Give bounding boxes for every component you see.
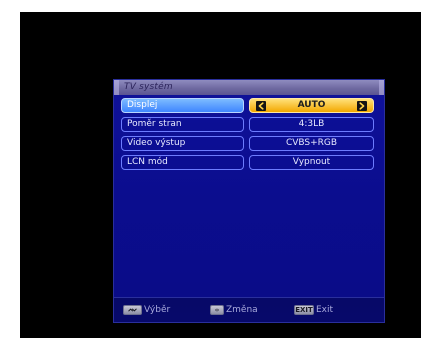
tv-system-dialog: TV systém Displej AUTO Poměr stran 4:3LB…	[113, 79, 385, 323]
title-left-accent	[114, 80, 119, 95]
setting-row-lcn-mod[interactable]: LCN mód Vypnout	[121, 155, 379, 170]
setting-label-video-vystup: Video výstup	[121, 136, 244, 151]
exit-hint: EXIT Exit	[294, 304, 333, 316]
setting-value-pomer-stran[interactable]: 4:3LB	[249, 117, 374, 132]
setting-row-displej[interactable]: Displej AUTO	[121, 98, 379, 113]
left-right-keys-icon	[210, 305, 224, 315]
exit-hint-label: Exit	[316, 305, 334, 315]
setting-label-lcn-mod: LCN mód	[121, 155, 244, 170]
title-right-accent	[379, 80, 384, 95]
setting-row-video-vystup[interactable]: Video výstup CVBS+RGB	[121, 136, 379, 151]
chevron-left-icon[interactable]	[256, 101, 266, 111]
setting-row-pomer-stran[interactable]: Poměr stran 4:3LB	[121, 117, 379, 132]
dialog-title: TV systém	[124, 82, 173, 92]
dialog-footer: Výběr Změna EXIT Exit	[114, 297, 384, 322]
setting-value-displej[interactable]: AUTO	[249, 98, 374, 113]
setting-label-pomer-stran: Poměr stran	[121, 117, 244, 132]
setting-value-text-displej: AUTO	[297, 100, 326, 110]
change-hint: Změna	[210, 304, 258, 316]
change-hint-label: Změna	[226, 305, 258, 315]
setting-value-video-vystup[interactable]: CVBS+RGB	[249, 136, 374, 151]
setting-value-lcn-mod[interactable]: Vypnout	[249, 155, 374, 170]
tv-screen: TV systém Displej AUTO Poměr stran 4:3LB…	[20, 12, 421, 338]
select-hint: Výběr	[123, 304, 170, 316]
select-hint-label: Výběr	[144, 305, 171, 315]
dialog-titlebar: TV systém	[114, 80, 384, 95]
setting-label-displej: Displej	[121, 98, 244, 113]
settings-list: Displej AUTO Poměr stran 4:3LB Video výs…	[121, 98, 379, 174]
chevron-right-icon[interactable]	[357, 101, 367, 111]
up-down-keys-icon	[123, 305, 142, 315]
exit-key: EXIT	[294, 305, 314, 315]
